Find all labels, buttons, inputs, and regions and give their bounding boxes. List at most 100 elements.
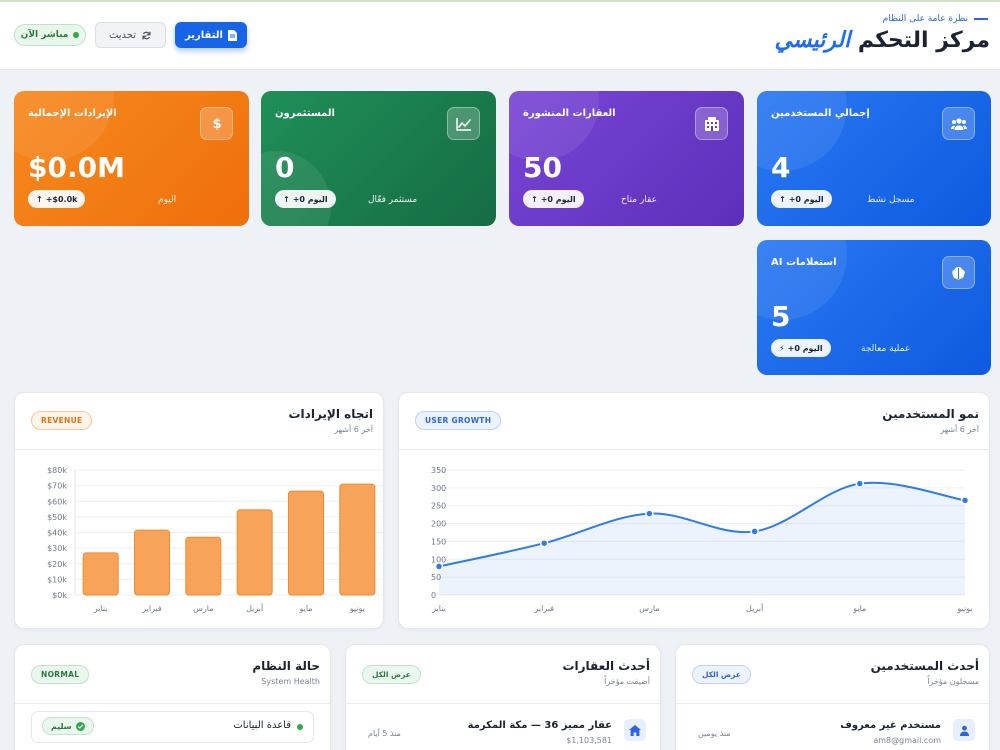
latest-users-panel: أحدث المستخدمين مسجلون مؤخراً عرض الكل م… xyxy=(675,644,990,750)
y-tick-label: $20k xyxy=(47,560,67,569)
building-icon xyxy=(695,107,728,140)
user-growth-area-chart: 050100150200250300350يناير فبراير مارس أبري… xyxy=(431,466,973,613)
bar xyxy=(82,552,119,596)
bar xyxy=(134,529,170,596)
bar xyxy=(236,509,273,596)
list-item[interactable]: مستخدم غير معروف am8@gmail.com منذ يومين xyxy=(690,719,975,749)
y-tick-label: $30k xyxy=(47,544,67,553)
revenue-trend-panel: اتجاه الإيرادات آخر 6 أشهر REVENUE $0k $1… xyxy=(14,392,384,629)
arrow-up-icon: ↑ xyxy=(531,194,538,204)
y-tick-label: $60k xyxy=(47,497,67,506)
y-tick-label: 0 xyxy=(431,591,436,600)
stat-subtext: عملية معالجة xyxy=(861,344,911,354)
dollar-icon: $ xyxy=(200,107,233,140)
live-label: مباشر الآن xyxy=(20,30,69,40)
data-point xyxy=(434,562,444,571)
data-point xyxy=(539,538,549,548)
users-icon xyxy=(942,107,975,140)
x-tick-label: مايو xyxy=(298,604,312,613)
list-item[interactable]: عقار مميز 36 — مكة المكرمة $1,103,581 من… xyxy=(360,719,646,749)
live-status-badge: مباشر الآن xyxy=(14,24,86,46)
reports-label: التقارير xyxy=(185,29,223,41)
view-all-users-button[interactable]: عرض الكل xyxy=(692,665,751,684)
user-name: مستخدم غير معروف xyxy=(840,720,941,731)
y-tick-label: $50k xyxy=(47,513,67,522)
refresh-icon xyxy=(142,30,151,40)
card-decor xyxy=(261,151,331,226)
status-dot-icon xyxy=(297,724,303,730)
stat-trend-badge: ↑ +$0.0k xyxy=(28,190,86,208)
health-row-database: قاعدة البيانات سليم xyxy=(31,711,314,743)
property-time: منذ 5 أيام xyxy=(368,729,401,738)
breadcrumb-text: نظرة عامة على النظام xyxy=(882,14,968,24)
x-tick-label: فبراير xyxy=(141,604,162,613)
x-tick-label: يونيو xyxy=(349,604,365,613)
panel-title: حالة النظام xyxy=(252,659,320,673)
x-tick-label: يناير xyxy=(431,604,446,613)
page-title-main: مركز التحكم xyxy=(850,28,990,53)
stat-value: $0.0M xyxy=(28,151,125,184)
page-title: مركز التحكم الرئيسي xyxy=(775,28,990,53)
panel-subtitle: مسجلون مؤخراً xyxy=(927,677,979,686)
y-tick-label: $40k xyxy=(47,529,67,538)
y-tick-label: $70k xyxy=(47,482,67,491)
page-header: نظرة عامة على النظام مركز التحكم الرئيسي… xyxy=(0,2,1000,70)
breadcrumb: نظرة عامة على النظام xyxy=(883,14,988,24)
user-email: am8@gmail.com xyxy=(873,736,941,745)
panel-title: أحدث المستخدمين xyxy=(870,659,979,673)
x-tick-label: مايو xyxy=(852,604,866,613)
x-tick-label: يناير xyxy=(93,604,108,613)
stat-trend-badge: ↑ +0 اليوم xyxy=(275,190,336,208)
page-title-accent: الرئيسي xyxy=(774,28,851,53)
stat-trend-text: +$0.0k xyxy=(45,194,78,204)
system-status-badge: NORMAL xyxy=(31,665,90,684)
view-all-properties-button[interactable]: عرض الكل xyxy=(362,665,421,684)
stat-card-investors[interactable]: المستثمرون 0 ↑ +0 اليوم مستثمر فعّال xyxy=(261,91,496,226)
document-icon xyxy=(227,29,237,41)
y-tick-label: $80k xyxy=(47,466,67,475)
stat-card-properties[interactable]: العقارات المنشورة 50 ↑ +0 اليوم عقار متاح xyxy=(509,91,744,226)
stat-subtext: اليوم xyxy=(158,195,177,205)
panel-divider xyxy=(15,703,330,704)
check-circle-icon xyxy=(75,721,85,731)
area-fill xyxy=(439,482,965,595)
stat-card-ai-queries[interactable]: استعلامات AI 5 ⚡ +0 اليوم عملية معالجة xyxy=(757,240,991,375)
stat-trend-text: +0 اليوم xyxy=(788,194,824,204)
refresh-button[interactable]: تحديث xyxy=(95,22,166,48)
panel-divider xyxy=(346,703,660,704)
health-status-text: سليم xyxy=(51,721,72,731)
header-actions: مباشر الآن تحديث التقارير xyxy=(14,22,247,48)
y-tick-label: $0k xyxy=(52,591,67,600)
stat-trend-badge: ⚡ +0 اليوم xyxy=(771,339,831,357)
y-tick-label: 200 xyxy=(431,520,446,529)
x-tick-label: مارس xyxy=(639,604,659,613)
stat-subtext: مسجل نشط xyxy=(867,195,915,205)
stat-card-revenue[interactable]: $ الإيرادات الإجمالية $0.0M ↑ +$0.0k اليو… xyxy=(14,91,249,226)
stat-trend-text: +0 اليوم xyxy=(292,194,328,204)
stat-subtext: عقار متاح xyxy=(621,195,657,205)
data-point xyxy=(750,527,759,536)
y-tick-label: $10k xyxy=(47,575,67,584)
live-dot-icon xyxy=(73,32,80,38)
bar xyxy=(339,483,376,596)
health-item-label: قاعدة البيانات xyxy=(233,720,291,731)
refresh-label: تحديث xyxy=(108,29,137,41)
stat-value: 5 xyxy=(771,300,791,333)
stat-label: استعلامات AI xyxy=(771,257,837,268)
stat-subtext: مستثمر فعّال xyxy=(368,195,418,205)
user-growth-panel: نمو المستخدمين آخر 6 أشهر USER GROWTH 05… xyxy=(398,392,990,629)
stat-trend-text: +0 اليوم xyxy=(787,343,823,353)
stat-value: 4 xyxy=(771,151,791,184)
data-point xyxy=(645,509,654,518)
user-avatar-icon xyxy=(953,719,975,741)
property-name: عقار مميز 36 — مكة المكرمة xyxy=(467,720,612,731)
y-tick-label: 350 xyxy=(431,466,446,475)
user-time: منذ يومين xyxy=(698,729,731,738)
data-point xyxy=(960,496,970,505)
reports-button[interactable]: التقارير xyxy=(175,22,247,48)
arrow-up-icon: ↑ xyxy=(779,194,786,204)
lightning-icon: ⚡ xyxy=(779,343,785,353)
stat-card-users[interactable]: إجمالي المستخدمين 4 ↑ +0 اليوم مسجل نشط xyxy=(757,91,991,226)
y-tick-label: 150 xyxy=(431,537,446,546)
bar xyxy=(185,536,222,596)
